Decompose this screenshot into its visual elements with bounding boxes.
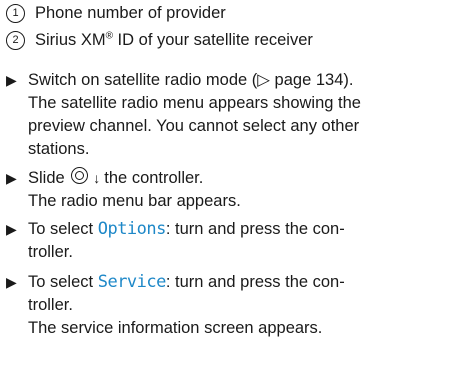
bullet-triangle-icon: ▶: [6, 274, 17, 290]
step-text: : turn and press the con-: [165, 273, 345, 291]
menu-item-options: Options: [97, 219, 167, 239]
step-text: The satellite radio menu appears showing…: [28, 94, 361, 112]
bullet-triangle-icon: ▶: [6, 221, 17, 237]
legend-item-2: 2 Sirius XM® ID of your satellite receiv…: [6, 29, 313, 52]
step-text: troller.: [28, 296, 73, 314]
step-result: The service information screen appears.: [28, 319, 323, 337]
step-text: : turn and press the con-: [165, 220, 345, 238]
controller-icon: [71, 167, 91, 187]
step-text: troller.: [28, 243, 73, 261]
step-text: Switch on satellite radio mode (▷ page 1…: [28, 71, 354, 89]
legend-text: Phone number of provider: [35, 4, 226, 22]
menu-item-service: Service: [97, 272, 167, 292]
step-text: stations.: [28, 140, 90, 158]
manual-page: 1 Phone number of provider 2 Sirius XM® …: [0, 0, 460, 367]
step-result: The radio menu bar appears.: [28, 192, 241, 210]
bullet-triangle-icon: ▶: [6, 72, 17, 88]
instruction-step-1: ▶ Switch on satellite radio mode (▷ page …: [6, 69, 456, 161]
slide-down-arrow-icon: ↓: [93, 170, 101, 186]
instruction-step-3: ▶ To select Options: turn and press the c…: [6, 218, 456, 264]
circled-digit-icon: 2: [6, 31, 25, 50]
step-text: To select: [28, 220, 94, 238]
step-text: Slide: [28, 169, 65, 187]
step-text: To select: [28, 273, 94, 291]
instruction-step-2: ▶ Slide ↓ the controller. The radio menu b…: [6, 167, 456, 213]
circled-digit-icon: 1: [6, 4, 25, 23]
legend-text: Sirius XM® ID of your satellite receiver: [35, 30, 313, 49]
step-text: preview channel. You cannot select any o…: [28, 117, 360, 135]
instruction-step-4: ▶ To select Service: turn and press the c…: [6, 271, 456, 340]
step-text: the controller.: [104, 169, 204, 187]
bullet-triangle-icon: ▶: [6, 170, 17, 186]
legend-item-1: 1 Phone number of provider: [6, 2, 226, 25]
